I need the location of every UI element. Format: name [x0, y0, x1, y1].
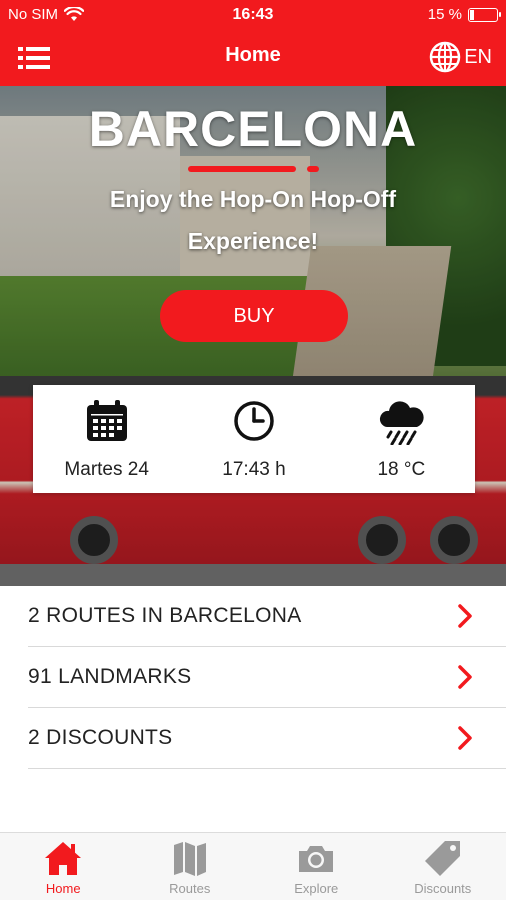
home-icon: [45, 842, 82, 875]
temperature-label: 18 °C: [377, 459, 426, 480]
battery-icon: [468, 7, 501, 22]
tag-icon: [424, 841, 460, 876]
calendar-icon: [86, 400, 127, 441]
app-root: No SIM 16:43 15 % Home EN BARCELONA Enjo…: [0, 0, 506, 900]
status-bar: No SIM 16:43 15 %: [0, 0, 506, 30]
tagline-line-1: Enjoy the Hop-On Hop-Off: [109, 186, 397, 212]
title-underline-dot: [307, 166, 319, 172]
tab-routes[interactable]: Routes: [127, 833, 254, 900]
map-icon: [173, 842, 206, 876]
chevron-right-icon: [458, 726, 472, 750]
tagline-line-2: Experience!: [187, 228, 319, 254]
list-item-label: 91 LANDMARKS: [28, 665, 192, 688]
tab-label: Explore: [294, 881, 339, 896]
list-item-label: 2 DISCOUNTS: [28, 726, 173, 749]
app-header: Home EN: [0, 30, 506, 86]
home-list: 2 ROUTES IN BARCELONA 91 LANDMARKS 2 DIS…: [28, 586, 506, 769]
rain-cloud-icon: [380, 401, 424, 445]
tab-home[interactable]: Home: [0, 833, 127, 900]
date-label: Martes 24: [64, 459, 149, 480]
city-title: BARCELONA: [88, 101, 418, 157]
list-item-label: 2 ROUTES IN BARCELONA: [28, 604, 302, 627]
buy-button[interactable]: BUY: [160, 290, 348, 342]
clock-icon: [234, 401, 274, 441]
chevron-right-icon: [458, 665, 472, 689]
tab-label: Routes: [169, 881, 211, 896]
time-label: 17:43 h: [222, 459, 286, 480]
info-card: Martes 24 17:43 h 18 °C: [33, 385, 475, 493]
tab-explore[interactable]: Explore: [253, 833, 380, 900]
language-selector[interactable]: EN: [428, 40, 492, 74]
list-item-landmarks[interactable]: 91 LANDMARKS: [28, 647, 506, 708]
tab-discounts[interactable]: Discounts: [380, 833, 506, 900]
date-cell: Martes 24: [33, 385, 180, 493]
hero-tagline: Enjoy the Hop-On Hop-Off Experience!: [40, 178, 466, 262]
status-right: 15 %: [427, 6, 501, 23]
list-item-routes[interactable]: 2 ROUTES IN BARCELONA: [28, 586, 506, 647]
tab-bar: Home Routes Explore Discounts: [0, 832, 506, 900]
tab-label: Home: [45, 881, 81, 896]
globe-icon: [429, 41, 461, 73]
battery-percent: 15 %: [427, 6, 462, 23]
title-underline: [188, 166, 296, 172]
camera-icon: [299, 846, 334, 872]
weather-cell: 18 °C: [328, 385, 475, 493]
tab-label: Discounts: [414, 881, 472, 896]
list-item-discounts[interactable]: 2 DISCOUNTS: [28, 708, 506, 769]
time-cell: 17:43 h: [180, 385, 327, 493]
chevron-right-icon: [458, 604, 472, 628]
language-code: EN: [464, 45, 492, 68]
